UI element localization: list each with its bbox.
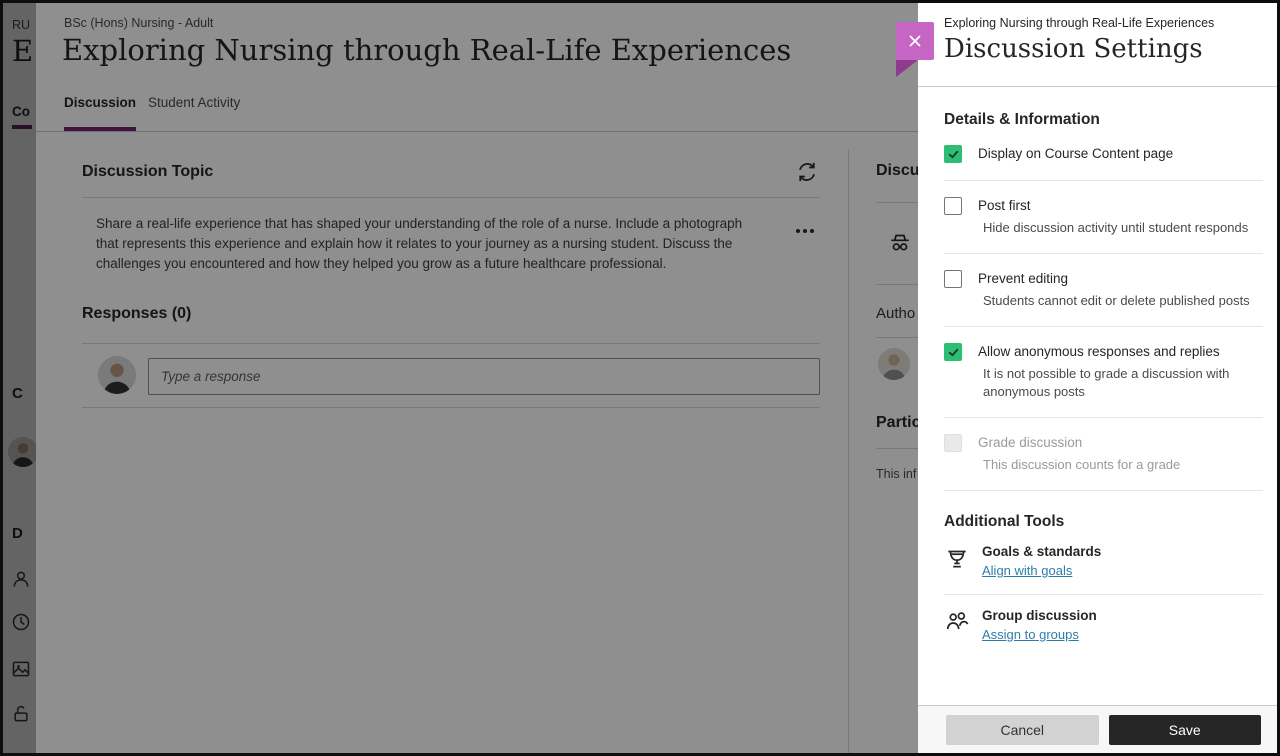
goals-icon <box>944 545 970 571</box>
tool-goals-standards: Goals & standards Align with goals <box>944 531 1263 595</box>
option-label: Grade discussion <box>978 433 1263 453</box>
panel-header: Exploring Nursing through Real-Life Expe… <box>918 3 1277 87</box>
option-label: Post first <box>978 196 1263 216</box>
checkbox-display-on-course-content[interactable] <box>944 145 962 163</box>
panel-context-title: Exploring Nursing through Real-Life Expe… <box>944 16 1261 30</box>
checkbox-post-first[interactable] <box>944 197 962 215</box>
checkbox-grade-discussion <box>944 434 962 452</box>
details-information-heading: Details & Information <box>944 111 1263 129</box>
panel-footer: Cancel Save <box>918 705 1277 753</box>
close-button[interactable] <box>896 22 934 60</box>
additional-tools-heading: Additional Tools <box>944 513 1263 531</box>
discussion-settings-panel: Exploring Nursing through Real-Life Expe… <box>918 3 1277 753</box>
tool-name: Goals & standards <box>982 543 1263 561</box>
checkbox-prevent-editing[interactable] <box>944 270 962 288</box>
option-label: Prevent editing <box>978 269 1263 289</box>
option-allow-anonymous: Allow anonymous responses and replies It… <box>944 327 1263 418</box>
option-description: This discussion counts for a grade <box>983 456 1263 474</box>
app-window: RU E Co C D BSc (Hons) Nursing - Adult E… <box>0 0 1280 756</box>
panel-body: Details & Information Display on Course … <box>918 87 1277 704</box>
save-button[interactable]: Save <box>1109 715 1262 745</box>
option-prevent-editing: Prevent editing Students cannot edit or … <box>944 254 1263 327</box>
checkbox-allow-anonymous[interactable] <box>944 343 962 361</box>
tool-name: Group discussion <box>982 607 1263 625</box>
tool-group-discussion: Group discussion Assign to groups <box>944 595 1263 658</box>
ribbon-fold <box>896 60 918 77</box>
assign-to-groups-link[interactable]: Assign to groups <box>982 627 1079 642</box>
option-description: Students cannot edit or delete published… <box>983 292 1263 310</box>
panel-title: Discussion Settings <box>944 34 1261 64</box>
option-description: Hide discussion activity until student r… <box>983 219 1263 237</box>
group-icon <box>944 609 970 635</box>
cancel-button[interactable]: Cancel <box>946 715 1099 745</box>
option-label: Allow anonymous responses and replies <box>978 342 1263 362</box>
option-display-on-course-content: Display on Course Content page <box>944 129 1263 181</box>
align-with-goals-link[interactable]: Align with goals <box>982 563 1072 578</box>
option-description: It is not possible to grade a discussion… <box>983 365 1263 401</box>
option-label: Display on Course Content page <box>978 144 1263 164</box>
close-icon <box>906 32 924 50</box>
option-post-first: Post first Hide discussion activity unti… <box>944 181 1263 254</box>
option-grade-discussion: Grade discussion This discussion counts … <box>944 418 1263 491</box>
